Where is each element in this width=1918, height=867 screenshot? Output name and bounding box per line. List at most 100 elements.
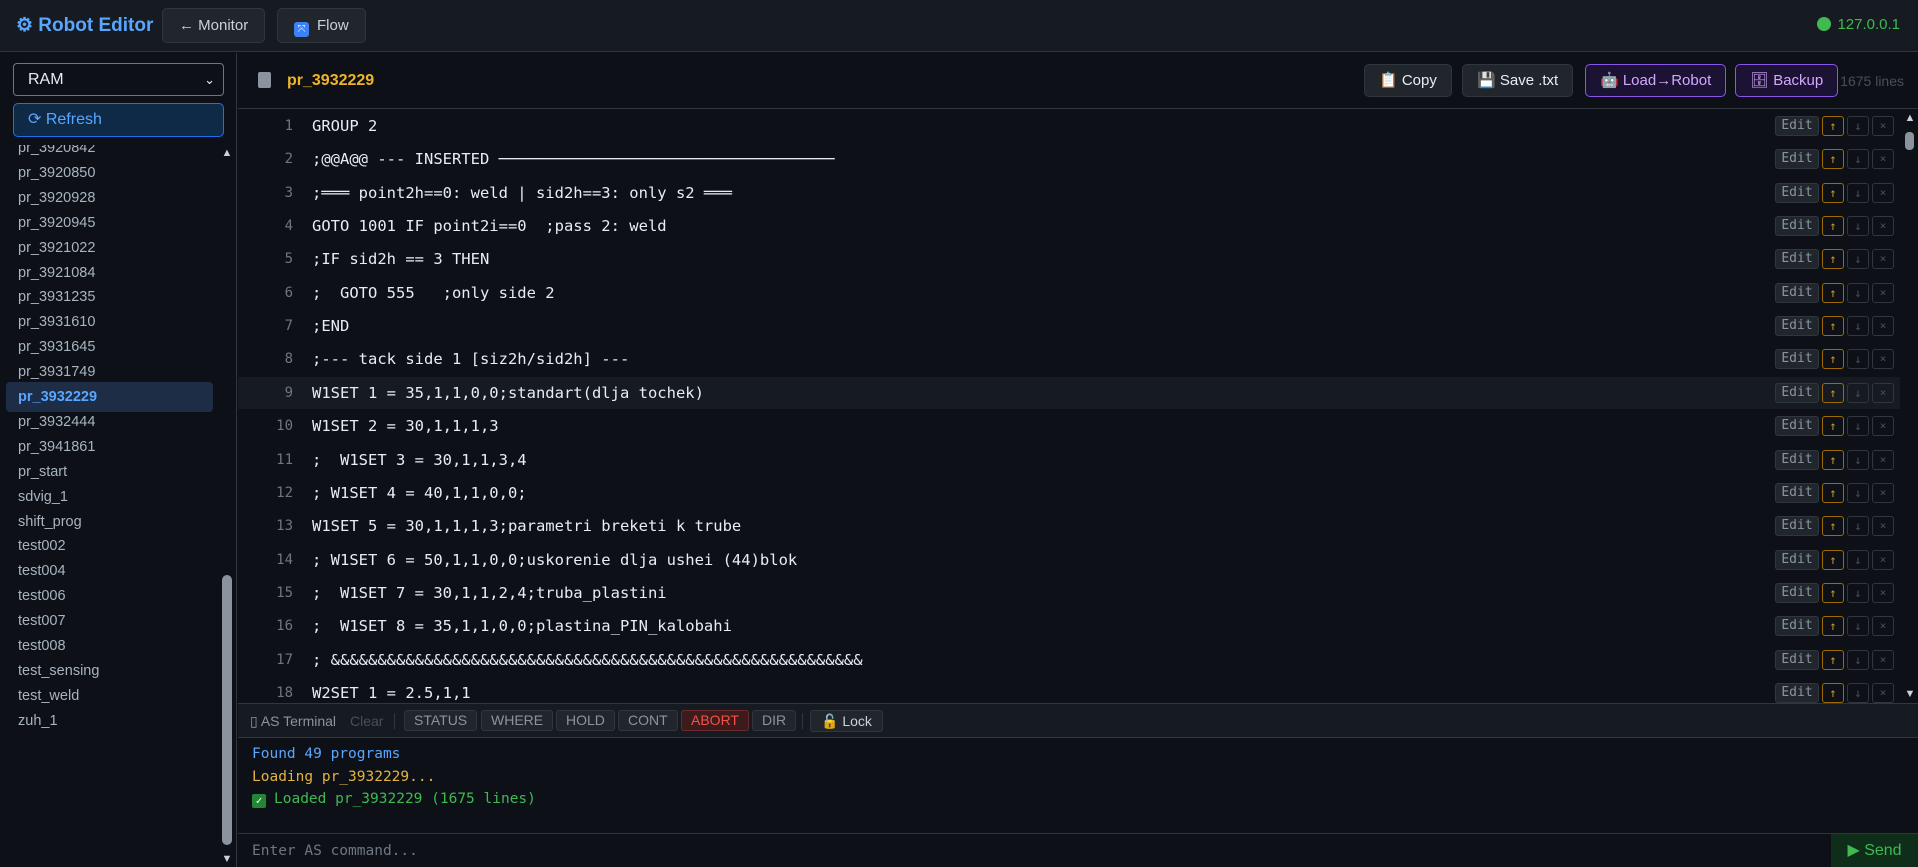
move-up-button[interactable]: ↑ — [1822, 649, 1844, 670]
move-down-button[interactable]: ↓ — [1847, 216, 1869, 237]
edit-line-button[interactable]: Edit — [1775, 282, 1819, 303]
terminal-cmd-abort-button[interactable]: ABORT — [681, 710, 749, 731]
move-up-button[interactable]: ↑ — [1822, 149, 1844, 170]
command-input[interactable] — [238, 834, 1830, 867]
delete-line-button[interactable]: × — [1872, 516, 1894, 537]
copy-button[interactable]: 📋 Copy — [1364, 64, 1452, 97]
line-text[interactable]: W1SET 5 = 30,1,1,1,3;parametri breketi k… — [312, 510, 741, 543]
move-down-button[interactable]: ↓ — [1847, 282, 1869, 303]
line-text[interactable]: W1SET 1 = 35,1,1,0,0;standart(dlja toche… — [312, 377, 704, 410]
move-up-button[interactable]: ↑ — [1822, 349, 1844, 370]
move-down-button[interactable]: ↓ — [1847, 549, 1869, 570]
refresh-button[interactable]: ⟳ Refresh — [13, 103, 224, 137]
move-up-button[interactable]: ↑ — [1822, 549, 1844, 570]
line-text[interactable]: GOTO 1001 IF point2i==0 ;pass 2: weld — [312, 210, 667, 243]
delete-line-button[interactable]: × — [1872, 449, 1894, 470]
move-down-button[interactable]: ↓ — [1847, 182, 1869, 203]
lock-button[interactable]: 🔓 Lock — [810, 710, 883, 732]
move-up-button[interactable]: ↑ — [1822, 116, 1844, 136]
move-down-button[interactable]: ↓ — [1847, 516, 1869, 537]
line-text[interactable]: W1SET 2 = 30,1,1,1,3 — [312, 410, 499, 443]
move-up-button[interactable]: ↑ — [1822, 682, 1844, 703]
save-txt-button[interactable]: 💾 Save .txt — [1462, 64, 1574, 97]
line-text[interactable]: ;@@A@@ --- INSERTED ────────────────────… — [312, 143, 835, 176]
move-down-button[interactable]: ↓ — [1847, 682, 1869, 703]
edit-line-button[interactable]: Edit — [1775, 482, 1819, 503]
load-robot-button[interactable]: 🤖 Load→Robot — [1585, 64, 1727, 97]
move-down-button[interactable]: ↓ — [1847, 382, 1869, 403]
line-text[interactable]: ; W1SET 6 = 50,1,1,0,0;uskorenie dlja us… — [312, 544, 797, 577]
monitor-button[interactable]: ← Monitor — [162, 8, 266, 43]
edit-line-button[interactable]: Edit — [1775, 149, 1819, 170]
delete-line-button[interactable]: × — [1872, 382, 1894, 403]
terminal-cmd-status-button[interactable]: STATUS — [404, 710, 478, 731]
move-up-button[interactable]: ↑ — [1822, 316, 1844, 337]
edit-line-button[interactable]: Edit — [1775, 649, 1819, 670]
line-text[interactable]: ; W1SET 4 = 40,1,1,0,0; — [312, 477, 527, 510]
move-up-button[interactable]: ↑ — [1822, 516, 1844, 537]
code-scrollbar[interactable]: ▲ ▼ — [1900, 110, 1918, 703]
delete-line-button[interactable]: × — [1872, 482, 1894, 503]
delete-line-button[interactable]: × — [1872, 316, 1894, 337]
flow-button[interactable]: ⤧ Flow — [277, 8, 366, 43]
terminal-cmd-where-button[interactable]: WHERE — [481, 710, 554, 731]
clear-button[interactable]: Clear — [350, 713, 383, 729]
edit-line-button[interactable]: Edit — [1775, 416, 1819, 437]
move-down-button[interactable]: ↓ — [1847, 316, 1869, 337]
scrollbar-thumb[interactable] — [1905, 132, 1914, 150]
line-text[interactable]: ; W1SET 7 = 30,1,1,2,4;truba_plastini — [312, 577, 667, 610]
edit-line-button[interactable]: Edit — [1775, 516, 1819, 537]
move-up-button[interactable]: ↑ — [1822, 182, 1844, 203]
delete-line-button[interactable]: × — [1872, 116, 1894, 136]
delete-line-button[interactable]: × — [1872, 182, 1894, 203]
delete-line-button[interactable]: × — [1872, 416, 1894, 437]
line-text[interactable]: ; &&&&&&&&&&&&&&&&&&&&&&&&&&&&&&&&&&&&&&… — [312, 644, 863, 677]
edit-line-button[interactable]: Edit — [1775, 216, 1819, 237]
delete-line-button[interactable]: × — [1872, 149, 1894, 170]
line-text[interactable]: ;IF sid2h == 3 THEN — [312, 243, 489, 276]
move-down-button[interactable]: ↓ — [1847, 249, 1869, 270]
move-up-button[interactable]: ↑ — [1822, 249, 1844, 270]
backup-button[interactable]: 🗄 Backup — [1735, 64, 1839, 97]
delete-line-button[interactable]: × — [1872, 349, 1894, 370]
line-text[interactable]: ;--- tack side 1 [siz2h/sid2h] --- — [312, 343, 629, 376]
line-text[interactable]: W2SET 1 = 2.5,1,1 — [312, 677, 471, 703]
terminal-cmd-cont-button[interactable]: CONT — [618, 710, 678, 731]
edit-line-button[interactable]: Edit — [1775, 549, 1819, 570]
line-text[interactable]: ; W1SET 8 = 35,1,1,0,0;plastina_PIN_kalo… — [312, 610, 732, 643]
delete-line-button[interactable]: × — [1872, 682, 1894, 703]
move-up-button[interactable]: ↑ — [1822, 449, 1844, 470]
move-down-button[interactable]: ↓ — [1847, 582, 1869, 603]
move-up-button[interactable]: ↑ — [1822, 282, 1844, 303]
send-button[interactable]: ▶ Send — [1831, 834, 1918, 867]
delete-line-button[interactable]: × — [1872, 282, 1894, 303]
edit-line-button[interactable]: Edit — [1775, 382, 1819, 403]
line-text[interactable]: ; GOTO 555 ;only side 2 — [312, 277, 555, 310]
edit-line-button[interactable]: Edit — [1775, 182, 1819, 203]
edit-line-button[interactable]: Edit — [1775, 682, 1819, 703]
delete-line-button[interactable]: × — [1872, 616, 1894, 637]
line-text[interactable]: ;END — [312, 310, 349, 343]
edit-line-button[interactable]: Edit — [1775, 449, 1819, 470]
move-down-button[interactable]: ↓ — [1847, 416, 1869, 437]
terminal-cmd-dir-button[interactable]: DIR — [752, 710, 797, 731]
line-text[interactable]: ;═══ point2h==0: weld | sid2h==3: only s… — [312, 177, 732, 210]
delete-line-button[interactable]: × — [1872, 249, 1894, 270]
move-up-button[interactable]: ↑ — [1822, 382, 1844, 403]
line-text[interactable]: ; W1SET 3 = 30,1,1,3,4 — [312, 444, 527, 477]
move-up-button[interactable]: ↑ — [1822, 482, 1844, 503]
move-up-button[interactable]: ↑ — [1822, 416, 1844, 437]
delete-line-button[interactable]: × — [1872, 216, 1894, 237]
memory-select[interactable]: RAM ⌄ — [13, 63, 224, 96]
move-up-button[interactable]: ↑ — [1822, 582, 1844, 603]
delete-line-button[interactable]: × — [1872, 582, 1894, 603]
scroll-down-icon[interactable]: ▼ — [221, 853, 233, 865]
move-up-button[interactable]: ↑ — [1822, 216, 1844, 237]
move-down-button[interactable]: ↓ — [1847, 482, 1869, 503]
move-down-button[interactable]: ↓ — [1847, 649, 1869, 670]
delete-line-button[interactable]: × — [1872, 649, 1894, 670]
move-down-button[interactable]: ↓ — [1847, 449, 1869, 470]
scroll-up-icon[interactable]: ▲ — [221, 147, 233, 159]
scroll-down-icon[interactable]: ▼ — [1904, 688, 1916, 700]
edit-line-button[interactable]: Edit — [1775, 582, 1819, 603]
